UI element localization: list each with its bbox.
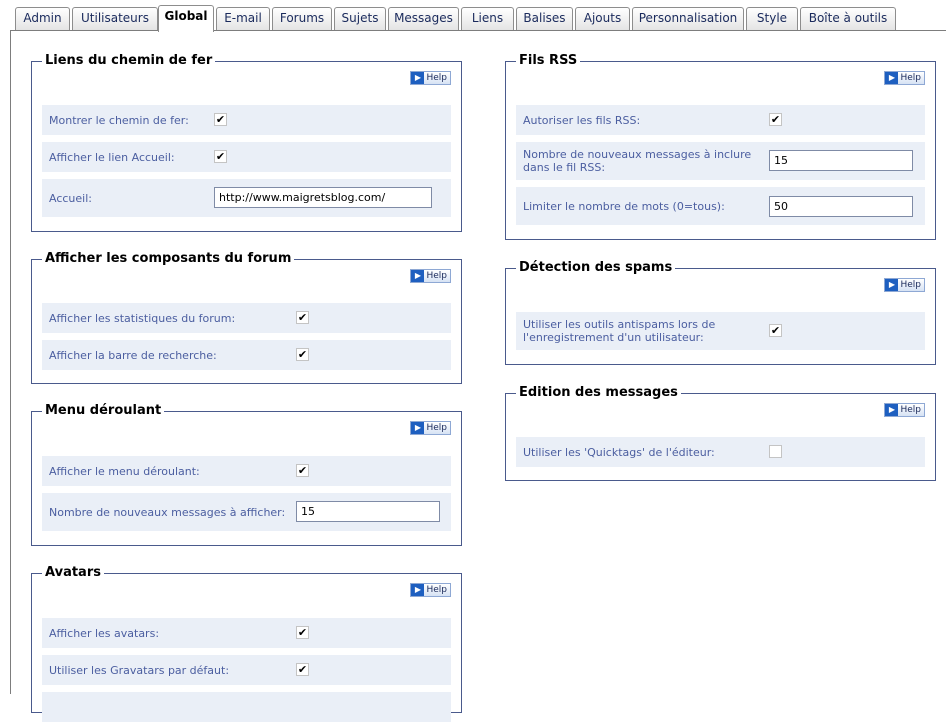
home-url-row: Accueil: xyxy=(42,179,451,217)
search-bar-checkbox[interactable]: ✔ xyxy=(296,348,309,361)
gravatar-row: Utiliser les Gravatars par défaut: ✔ xyxy=(42,655,451,685)
play-icon: ▶ xyxy=(411,72,425,84)
forum-stats-row: Afficher les statistiques du forum: ✔ xyxy=(42,303,451,333)
tab-liens[interactable]: Liens xyxy=(461,7,514,30)
quicktags-row: Utiliser les 'Quicktags' de l'éditeur: xyxy=(516,437,925,467)
tab-personnalisation[interactable]: Personnalisation xyxy=(632,7,744,30)
gravatar-checkbox[interactable]: ✔ xyxy=(296,663,309,676)
spam-tools-checkbox[interactable]: ✔ xyxy=(769,324,782,337)
tab-global[interactable]: Global xyxy=(158,5,214,32)
breadcrumbs-panel: Liens du chemin de fer ▶ Help Montrer le … xyxy=(31,53,462,232)
avatars-panel: Avatars ▶ Help Afficher les avatars: ✔ Ut… xyxy=(31,565,462,722)
tab-bar: Admin Utilisateurs Global E-mail Forums … xyxy=(0,0,946,32)
dropdown-count-input[interactable] xyxy=(296,501,440,522)
breadcrumbs-help-button[interactable]: ▶ Help xyxy=(410,71,451,85)
tab-forums[interactable]: Forums xyxy=(272,7,332,30)
tab-boite-a-outils[interactable]: Boîte à outils xyxy=(800,7,896,30)
gravatar-label: Utiliser les Gravatars par défaut: xyxy=(49,664,230,677)
spam-tools-row: Utiliser les outils antispams lors de l'… xyxy=(516,312,925,350)
tab-utilisateurs[interactable]: Utilisateurs xyxy=(72,7,158,30)
rss-allow-checkbox[interactable]: ✔ xyxy=(769,113,782,126)
help-label: Help xyxy=(900,280,921,290)
play-icon: ▶ xyxy=(885,279,899,291)
rss-panel: Fils RSS ▶ Help Autoriser les fils RSS: ✔… xyxy=(505,53,936,240)
rss-count-input[interactable] xyxy=(769,150,913,171)
breadcrumbs-show-checkbox[interactable]: ✔ xyxy=(214,113,227,126)
dropdown-count-label: Nombre de nouveaux messages à afficher: xyxy=(49,506,286,519)
tab-ajouts[interactable]: Ajouts xyxy=(575,7,630,30)
rss-words-label: Limiter le nombre de mots (0=tous): xyxy=(523,200,725,213)
forum-stats-checkbox[interactable]: ✔ xyxy=(296,311,309,324)
breadcrumbs-show-row: Montrer le chemin de fer: ✔ xyxy=(42,105,451,135)
play-icon: ▶ xyxy=(885,72,899,84)
rss-allow-label: Autoriser les fils RSS: xyxy=(523,114,641,127)
rss-words-input[interactable] xyxy=(769,196,913,217)
spam-detection-help-button[interactable]: ▶ Help xyxy=(884,278,925,292)
play-icon: ▶ xyxy=(411,584,425,596)
rss-count-label: Nombre de nouveaux messages à inclure da… xyxy=(523,148,752,174)
message-editing-panel: Edition des messages ▶ Help Utiliser les … xyxy=(505,385,936,481)
spam-tools-label: Utiliser les outils antispams lors de l'… xyxy=(523,318,716,344)
rss-count-row: Nombre de nouveaux messages à inclure da… xyxy=(516,142,925,180)
dropdown-menu-panel-title: Menu déroulant xyxy=(42,403,165,419)
play-icon: ▶ xyxy=(885,404,899,416)
avatars-show-label: Afficher les avatars: xyxy=(49,627,160,640)
play-icon: ▶ xyxy=(411,422,425,434)
tab-balises[interactable]: Balises xyxy=(516,7,573,30)
quicktags-checkbox[interactable] xyxy=(769,445,782,458)
help-label: Help xyxy=(426,271,447,281)
dropdown-menu-help-button[interactable]: ▶ Help xyxy=(410,421,451,435)
rss-help-button[interactable]: ▶ Help xyxy=(884,71,925,85)
message-editing-panel-title: Edition des messages xyxy=(516,385,681,401)
search-bar-label: Afficher la barre de recherche: xyxy=(49,349,217,362)
breadcrumbs-show-label: Montrer le chemin de fer: xyxy=(49,114,189,127)
dropdown-show-label: Afficher le menu déroulant: xyxy=(49,465,200,478)
tab-bar-baseline xyxy=(10,30,946,31)
home-link-label: Afficher le lien Accueil: xyxy=(49,151,175,164)
help-label: Help xyxy=(900,405,921,415)
forum-stats-label: Afficher les statistiques du forum: xyxy=(49,312,236,325)
dropdown-menu-panel: Menu déroulant ▶ Help Afficher le menu dé… xyxy=(31,403,462,546)
breadcrumbs-panel-title: Liens du chemin de fer xyxy=(42,53,216,69)
tab-admin[interactable]: Admin xyxy=(15,7,70,30)
home-link-checkbox[interactable]: ✔ xyxy=(214,150,227,163)
tab-email[interactable]: E-mail xyxy=(216,7,270,30)
avatars-extra-row xyxy=(42,692,451,722)
search-bar-row: Afficher la barre de recherche: ✔ xyxy=(42,340,451,370)
tab-messages[interactable]: Messages xyxy=(388,7,459,30)
tab-style[interactable]: Style xyxy=(746,7,798,30)
home-url-input[interactable] xyxy=(214,187,432,208)
help-label: Help xyxy=(900,73,921,83)
rss-panel-title: Fils RSS xyxy=(516,53,581,69)
help-label: Help xyxy=(426,423,447,433)
dropdown-count-row: Nombre de nouveaux messages à afficher: xyxy=(42,493,451,531)
quicktags-label: Utiliser les 'Quicktags' de l'éditeur: xyxy=(523,446,715,459)
avatars-help-button[interactable]: ▶ Help xyxy=(410,583,451,597)
forum-components-help-button[interactable]: ▶ Help xyxy=(410,269,451,283)
help-label: Help xyxy=(426,585,447,595)
home-link-row: Afficher le lien Accueil: ✔ xyxy=(42,142,451,172)
forum-components-panel-title: Afficher les composants du forum xyxy=(42,251,295,267)
spam-detection-panel-title: Détection des spams xyxy=(516,260,676,276)
home-url-label: Accueil: xyxy=(49,192,92,205)
dropdown-show-checkbox[interactable]: ✔ xyxy=(296,464,309,477)
tab-sujets[interactable]: Sujets xyxy=(334,7,386,30)
avatars-panel-title: Avatars xyxy=(42,565,104,581)
dropdown-show-row: Afficher le menu déroulant: ✔ xyxy=(42,456,451,486)
spam-detection-panel: Détection des spams ▶ Help Utiliser les o… xyxy=(505,260,936,365)
rss-words-row: Limiter le nombre de mots (0=tous): xyxy=(516,187,925,225)
avatars-show-row: Afficher les avatars: ✔ xyxy=(42,618,451,648)
rss-allow-row: Autoriser les fils RSS: ✔ xyxy=(516,105,925,135)
help-label: Help xyxy=(426,73,447,83)
forum-components-panel: Afficher les composants du forum ▶ Help A… xyxy=(31,251,462,384)
avatars-show-checkbox[interactable]: ✔ xyxy=(296,626,309,639)
content-left-border xyxy=(10,31,11,694)
message-editing-help-button[interactable]: ▶ Help xyxy=(884,403,925,417)
play-icon: ▶ xyxy=(411,270,425,282)
